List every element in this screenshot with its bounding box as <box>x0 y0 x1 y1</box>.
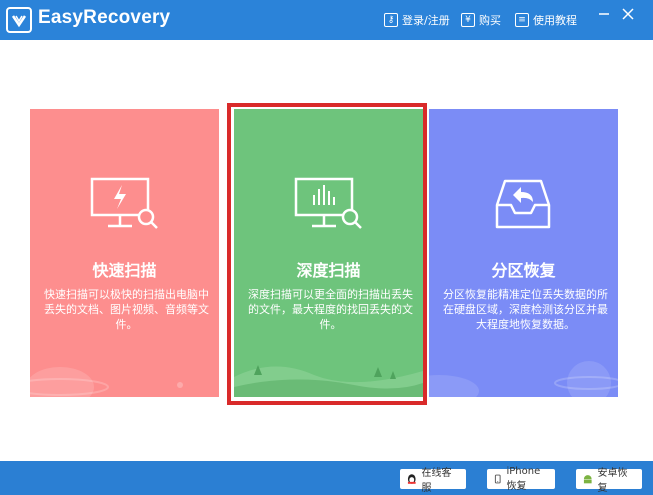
close-button[interactable] <box>620 6 636 22</box>
document-icon: ≡ <box>515 13 529 27</box>
planet-decoration <box>30 367 183 397</box>
partition-recovery-card[interactable]: 分区恢复 分区恢复能精准定位丢失数据的所在硬盘区域，深度检测该分区并最大程度地恢… <box>429 109 618 397</box>
iphone-icon <box>494 474 501 484</box>
login-register-label: 登录/注册 <box>402 14 450 27</box>
online-service-label: 在线客服 <box>421 468 452 494</box>
tutorial-button[interactable]: ≡ 使用教程 <box>515 11 577 29</box>
monitor-lightning-icon <box>90 177 158 229</box>
title-bar: EasyRecovery ⚷ 登录/注册 ¥ 购买 ≡ 使用教程 <box>0 0 653 40</box>
inbox-restore-icon <box>495 179 551 229</box>
android-icon <box>583 475 592 484</box>
buy-label: 购买 <box>479 14 501 27</box>
partition-recovery-description: 分区恢复能精准定位丢失数据的所在硬盘区域，深度检测该分区并最大程度地恢复数据。 <box>443 288 608 331</box>
tutorial-label: 使用教程 <box>533 14 577 27</box>
close-icon <box>622 8 634 20</box>
quick-scan-description: 快速扫描可以极快的扫描出电脑中丢失的文档、图片视频、音频等文件。 <box>44 288 209 331</box>
partition-recovery-title: 分区恢复 <box>491 261 556 280</box>
hills-decoration <box>234 365 423 397</box>
planet-decoration <box>429 361 618 397</box>
buy-button[interactable]: ¥ 购买 <box>461 11 501 29</box>
deep-scan-title: 深度扫描 <box>296 261 361 280</box>
monitor-chart-icon <box>294 177 362 229</box>
main-content: 快速扫描 快速扫描可以极快的扫描出电脑中丢失的文档、图片视频、音频等文件。 深度… <box>0 40 653 461</box>
yen-icon: ¥ <box>461 13 475 27</box>
deep-scan-card[interactable]: 深度扫描 深度扫描可以更全面的扫描出丢失的文件，最大程度的找回丢失的文件。 <box>234 109 423 397</box>
minimize-icon <box>599 13 609 15</box>
quick-scan-title: 快速扫描 <box>92 261 157 280</box>
quick-scan-card[interactable]: 快速扫描 快速扫描可以极快的扫描出电脑中丢失的文档、图片视频、音频等文件。 <box>30 109 219 397</box>
android-recovery-button[interactable]: 安卓恢复 <box>576 468 642 494</box>
footer-bar: 在线客服 iPhone恢复 安卓恢复 <box>0 461 653 495</box>
iphone-recovery-label: iPhone恢复 <box>506 466 541 492</box>
qq-penguin-icon <box>407 474 416 484</box>
iphone-recovery-button[interactable]: iPhone恢复 <box>487 466 555 492</box>
key-icon: ⚷ <box>384 13 398 27</box>
login-register-button[interactable]: ⚷ 登录/注册 <box>384 11 450 29</box>
minimize-button[interactable] <box>596 6 612 22</box>
app-logo-icon <box>6 7 32 33</box>
online-service-button[interactable]: 在线客服 <box>400 468 466 494</box>
android-recovery-label: 安卓恢复 <box>597 468 628 494</box>
deep-scan-description: 深度扫描可以更全面的扫描出丢失的文件，最大程度的找回丢失的文件。 <box>248 288 413 331</box>
app-title: EasyRecovery <box>38 7 171 28</box>
